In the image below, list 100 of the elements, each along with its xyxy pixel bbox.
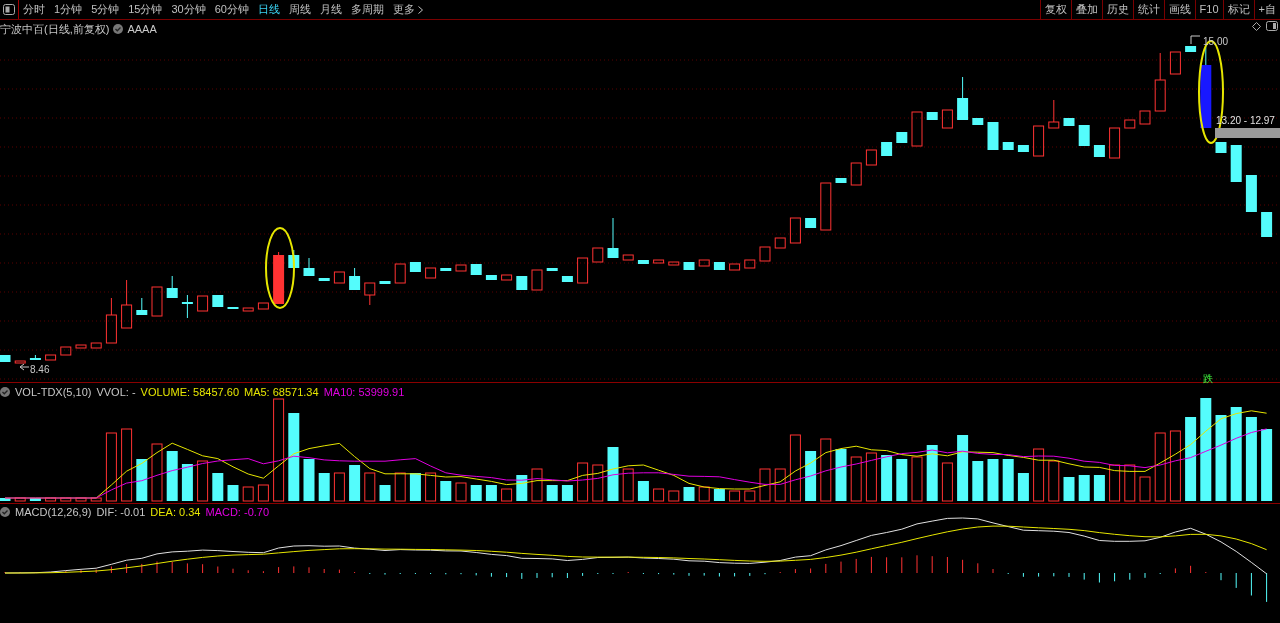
diamond-icon[interactable]: [1252, 21, 1261, 31]
volume-bar: [181, 464, 193, 501]
volume-bar: [1139, 476, 1151, 502]
candlestick: [1078, 125, 1090, 146]
volume-bar: [90, 497, 102, 502]
candlestick: [729, 263, 741, 271]
volume-bar: [637, 481, 649, 501]
period-tab[interactable]: 15分钟: [128, 1, 163, 18]
period-tab[interactable]: 1分钟: [54, 1, 83, 18]
volume-bar: [592, 464, 604, 502]
volume-bar: [1109, 464, 1121, 502]
panel-icon[interactable]: [1266, 21, 1278, 31]
candlestick: [470, 264, 482, 275]
volume-bar: [409, 473, 421, 501]
volume-bar: [318, 473, 330, 501]
volume-bar: [865, 452, 877, 502]
candlestick: [1093, 145, 1105, 157]
volume-bar: [303, 459, 315, 501]
period-tab[interactable]: 更多: [393, 1, 423, 18]
candlestick: [850, 162, 862, 186]
candlestick: [151, 286, 163, 317]
volume-bar: [1261, 429, 1273, 501]
candlestick: [896, 132, 908, 143]
volume-bar: [485, 485, 497, 501]
candlestick: [60, 346, 72, 356]
period-tab[interactable]: 周线: [289, 1, 311, 18]
volume-bar: [926, 445, 938, 501]
candlestick: [227, 307, 239, 309]
check-circle-icon[interactable]: [0, 507, 10, 518]
candlestick: [364, 282, 376, 306]
volume-bar: [668, 490, 680, 502]
candlestick: [713, 262, 725, 270]
volume-bar: [577, 462, 589, 502]
indicator-value: MA5: 68571.34: [244, 385, 319, 400]
candlestick: [75, 344, 87, 349]
low-price-label: 8.46: [30, 363, 50, 377]
volume-bar: [744, 490, 756, 502]
candlestick: [440, 268, 452, 271]
volume-bar: [1063, 477, 1075, 501]
volume-bar: [729, 490, 741, 502]
volume-bar: [1002, 459, 1014, 501]
candlestick: [303, 257, 315, 276]
volume-bar: [333, 472, 345, 502]
volume-bar: [470, 485, 482, 501]
volume-bar: [1017, 473, 1029, 501]
toolbar-button[interactable]: +自: [1253, 0, 1280, 19]
candlestick: [318, 278, 330, 281]
volume-bar: [394, 472, 406, 502]
check-circle-icon[interactable]: [113, 24, 124, 35]
volume-bar: [789, 434, 801, 502]
volume-bar: [896, 459, 908, 501]
volume-bar: [516, 475, 528, 501]
toolbar-button[interactable]: 复权: [1039, 0, 1071, 19]
volume-bar: [425, 472, 437, 502]
toolbar-button[interactable]: 统计: [1132, 0, 1164, 19]
volume-bar: [212, 473, 224, 501]
candlestick: [546, 268, 558, 271]
panel-toggle-icon[interactable]: [3, 4, 15, 15]
candlestick: [926, 112, 938, 120]
period-tab[interactable]: 60分钟: [214, 1, 249, 18]
volume-bar: [683, 487, 695, 501]
toolbar-button[interactable]: F10: [1194, 0, 1223, 19]
volume-bar: [45, 497, 57, 502]
volume-bar: [1169, 430, 1181, 502]
chevron-right-icon: [418, 5, 423, 14]
candlestick: [501, 274, 513, 281]
period-tab[interactable]: 5分钟: [91, 1, 120, 18]
toolbar-button[interactable]: 标记: [1222, 0, 1254, 19]
candlestick: [121, 279, 133, 329]
candlestick: [789, 217, 801, 244]
period-tab[interactable]: 多周期: [351, 1, 384, 18]
volume-bar: [987, 459, 999, 501]
candlestick: [622, 254, 634, 261]
candlestick: [45, 354, 57, 361]
check-circle-icon[interactable]: [0, 387, 10, 398]
period-tab[interactable]: 分时: [23, 1, 45, 18]
volume-bar: [1078, 475, 1090, 501]
signal-label: 跌: [1203, 372, 1213, 386]
price-range-bar: [1215, 128, 1280, 138]
chart-title: 宁波中百(日线,前复权): [0, 22, 110, 37]
period-tab[interactable]: 月线: [320, 1, 342, 18]
volume-bar: [242, 486, 254, 502]
volume-bar: [75, 497, 87, 502]
indicator-value: VOLUME: 58457.60: [140, 385, 239, 400]
volume-bar: [227, 485, 239, 501]
period-tab[interactable]: 30分钟: [171, 1, 206, 18]
volume-bar: [455, 482, 467, 502]
volume-bar: [881, 455, 893, 501]
toolbar-button[interactable]: 历史: [1101, 0, 1133, 19]
toolbar-button[interactable]: 叠加: [1070, 0, 1102, 19]
period-tab[interactable]: 日线: [258, 1, 280, 18]
candlestick: [774, 237, 786, 249]
candlestick: [1139, 110, 1151, 125]
candlestick: [273, 251, 285, 304]
volume-bar: [1124, 464, 1136, 502]
volume-bar: [759, 468, 771, 502]
arrow-icon: [19, 363, 30, 371]
candlestick: [1109, 127, 1121, 159]
toolbar-button[interactable]: 画线: [1163, 0, 1195, 19]
candlestick: [14, 360, 26, 364]
